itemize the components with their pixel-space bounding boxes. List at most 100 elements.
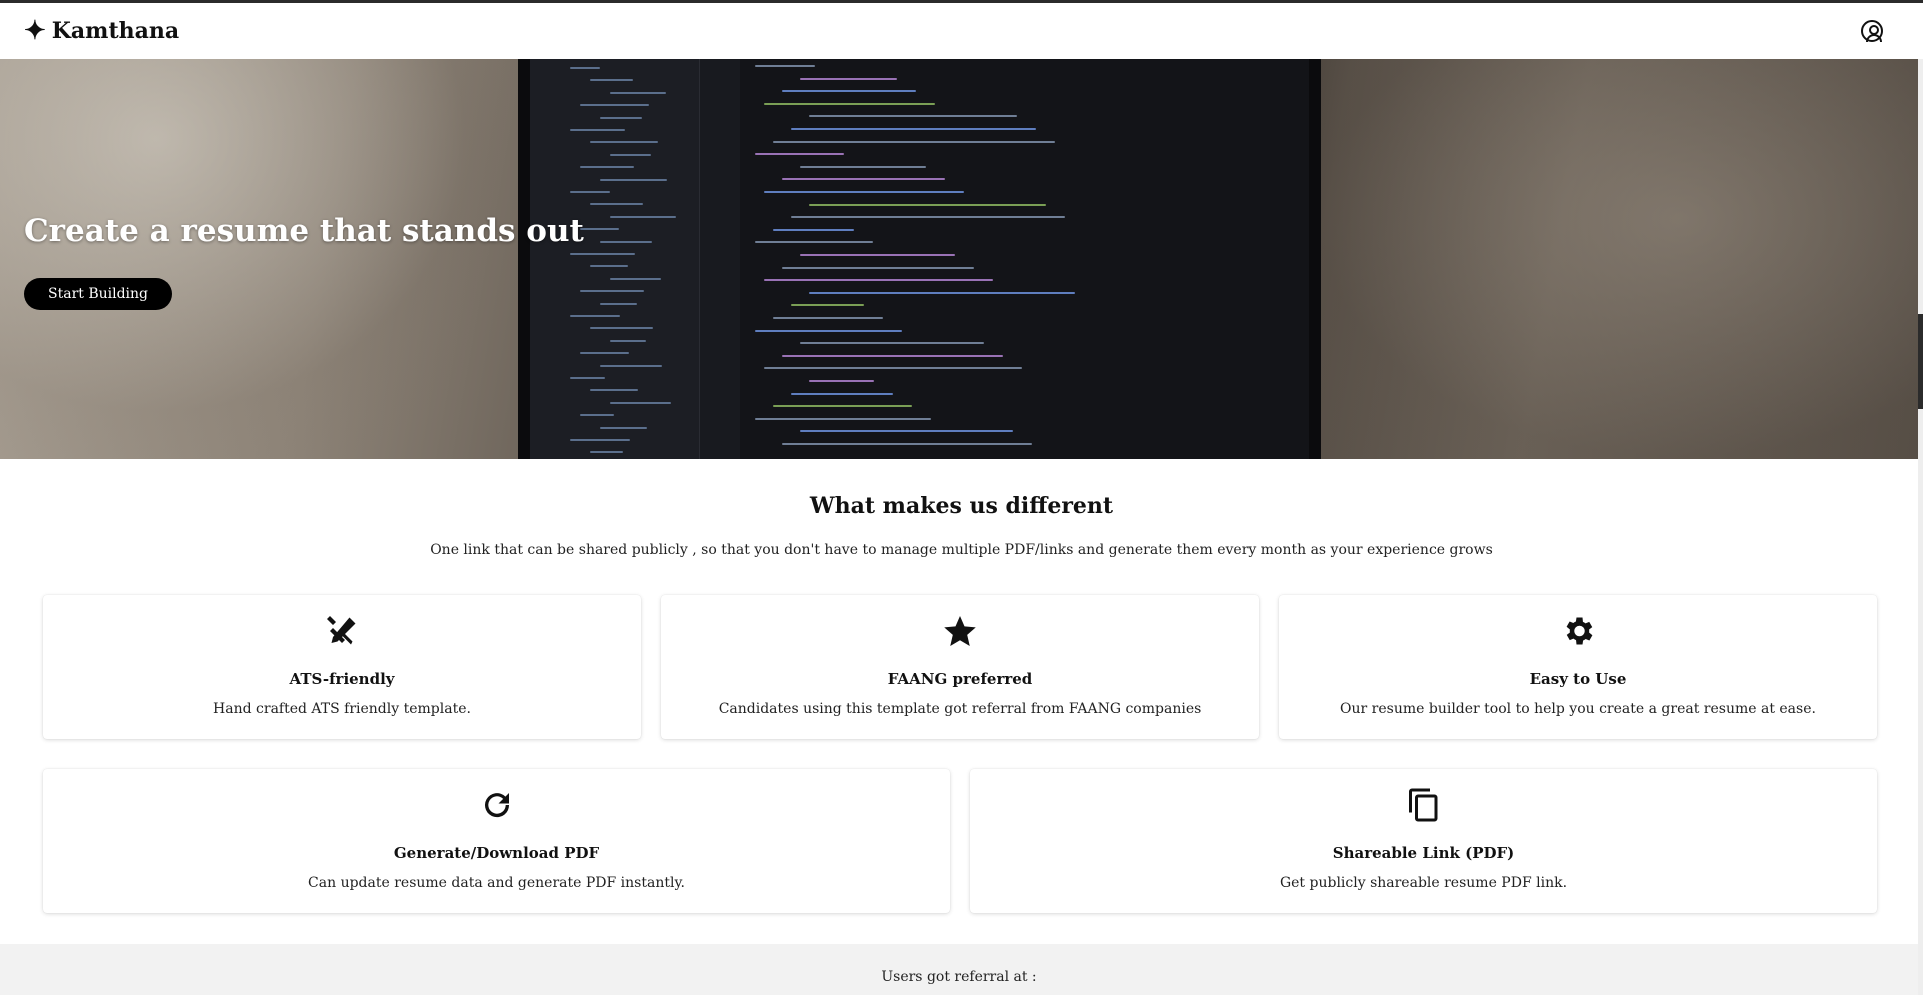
brand-name: Kamthana bbox=[51, 18, 180, 44]
feature-title: ATS-friendly bbox=[289, 670, 395, 688]
start-building-button[interactable]: Start Building bbox=[24, 278, 173, 310]
file-tree-line bbox=[590, 265, 628, 268]
file-tree-line bbox=[590, 141, 658, 144]
hero-title: Create a resume that stands out bbox=[24, 213, 584, 249]
code-line bbox=[791, 216, 1065, 219]
hero-background-left bbox=[0, 59, 520, 459]
file-tree-line bbox=[590, 79, 633, 82]
hero-laptop-image bbox=[518, 59, 1321, 459]
copy-icon bbox=[970, 787, 1877, 823]
file-tree-line bbox=[600, 240, 652, 243]
file-tree-line bbox=[580, 414, 614, 417]
code-line bbox=[800, 77, 897, 80]
code-line bbox=[773, 405, 912, 408]
file-tree-line bbox=[600, 116, 642, 119]
code-line bbox=[764, 367, 1022, 370]
feature-card-faang: FAANG preferred Candidates using this te… bbox=[661, 595, 1259, 739]
code-line bbox=[809, 203, 1046, 206]
file-tree-line bbox=[570, 253, 635, 255]
code-line bbox=[791, 392, 893, 395]
file-tree-line bbox=[580, 166, 634, 169]
file-tree-line bbox=[610, 215, 676, 218]
file-tree-line bbox=[600, 426, 647, 429]
file-tree-line bbox=[570, 191, 610, 193]
code-line bbox=[800, 165, 926, 168]
code-line bbox=[809, 291, 1075, 294]
feature-title: Easy to Use bbox=[1529, 670, 1627, 688]
code-line bbox=[773, 228, 854, 231]
feature-card-ats: ATS-friendly Hand crafted ATS friendly t… bbox=[43, 595, 641, 739]
design-tools-icon bbox=[43, 613, 641, 649]
file-tree-line bbox=[580, 228, 619, 231]
code-line bbox=[755, 329, 902, 332]
feature-card-pdf: Generate/Download PDF Can update resume … bbox=[43, 769, 950, 913]
features-title: What makes us different bbox=[809, 493, 1114, 519]
star-icon bbox=[661, 613, 1259, 649]
refresh-icon bbox=[43, 787, 950, 823]
code-line bbox=[782, 266, 974, 269]
code-line bbox=[764, 279, 993, 282]
feature-card-share: Shareable Link (PDF) Get publicly sharea… bbox=[970, 769, 1877, 913]
file-tree-line bbox=[590, 451, 623, 454]
file-tree-line bbox=[580, 104, 649, 107]
app-header: ✦ Kamthana bbox=[0, 3, 1923, 59]
code-line bbox=[791, 128, 1036, 130]
feature-card-easy: Easy to Use Our resume builder tool to h… bbox=[1279, 595, 1877, 739]
hero-background-right bbox=[1318, 59, 1918, 459]
code-line bbox=[791, 304, 864, 307]
hero-image-code bbox=[745, 59, 1309, 459]
file-tree-line bbox=[610, 91, 666, 94]
code-line bbox=[782, 443, 1032, 445]
feature-description: Candidates using this template got refer… bbox=[718, 701, 1202, 717]
code-line bbox=[755, 65, 815, 67]
code-line bbox=[800, 254, 955, 256]
gear-icon bbox=[1279, 613, 1877, 649]
feature-description: Our resume builder tool to help you crea… bbox=[1340, 701, 1816, 717]
account-circle-icon[interactable] bbox=[1861, 20, 1883, 42]
code-line bbox=[764, 191, 964, 193]
code-line bbox=[755, 241, 873, 244]
referral-heading: Users got referral at : bbox=[881, 969, 1037, 985]
file-tree-line bbox=[570, 439, 630, 441]
scrollbar-thumb[interactable] bbox=[1918, 314, 1923, 409]
file-tree-line bbox=[610, 339, 646, 342]
code-line bbox=[773, 317, 883, 319]
page-scrollbar[interactable] bbox=[1918, 59, 1923, 995]
hero-banner: Create a resume that stands out Start Bu… bbox=[0, 59, 1918, 459]
code-line bbox=[773, 140, 1055, 143]
sparkle-icon: ✦ bbox=[24, 16, 46, 46]
hero-image-gutter bbox=[700, 59, 740, 459]
feature-description: Hand crafted ATS friendly template. bbox=[213, 701, 471, 717]
file-tree-line bbox=[610, 277, 661, 280]
file-tree-line bbox=[610, 401, 671, 404]
code-line bbox=[782, 178, 945, 181]
file-tree-line bbox=[580, 290, 644, 293]
code-line bbox=[809, 380, 874, 382]
file-tree-line bbox=[570, 129, 625, 131]
brand-logo[interactable]: ✦ Kamthana bbox=[24, 18, 179, 44]
code-line bbox=[782, 90, 916, 93]
code-line bbox=[755, 417, 931, 420]
feature-title: Shareable Link (PDF) bbox=[1332, 844, 1515, 862]
file-tree-line bbox=[610, 153, 651, 156]
features-subtitle: One link that can be shared publicly , s… bbox=[430, 542, 1493, 558]
code-line bbox=[800, 342, 984, 345]
file-tree-line bbox=[590, 203, 643, 206]
file-tree-line bbox=[570, 67, 600, 69]
file-tree-line bbox=[590, 389, 638, 392]
feature-description: Can update resume data and generate PDF … bbox=[308, 875, 685, 891]
code-line bbox=[809, 115, 1017, 118]
hero-image-file-tree bbox=[530, 59, 700, 459]
file-tree-line bbox=[600, 302, 637, 305]
file-tree-line bbox=[590, 327, 653, 330]
code-line bbox=[764, 102, 935, 105]
feature-title: Generate/Download PDF bbox=[393, 844, 600, 862]
feature-description: Get publicly shareable resume PDF link. bbox=[1279, 875, 1568, 891]
file-tree-line bbox=[570, 377, 605, 379]
code-line bbox=[800, 430, 1013, 433]
file-tree-line bbox=[600, 178, 667, 181]
code-line bbox=[755, 153, 844, 156]
file-tree-line bbox=[600, 364, 662, 367]
file-tree-line bbox=[580, 352, 629, 355]
file-tree-line bbox=[570, 315, 620, 317]
